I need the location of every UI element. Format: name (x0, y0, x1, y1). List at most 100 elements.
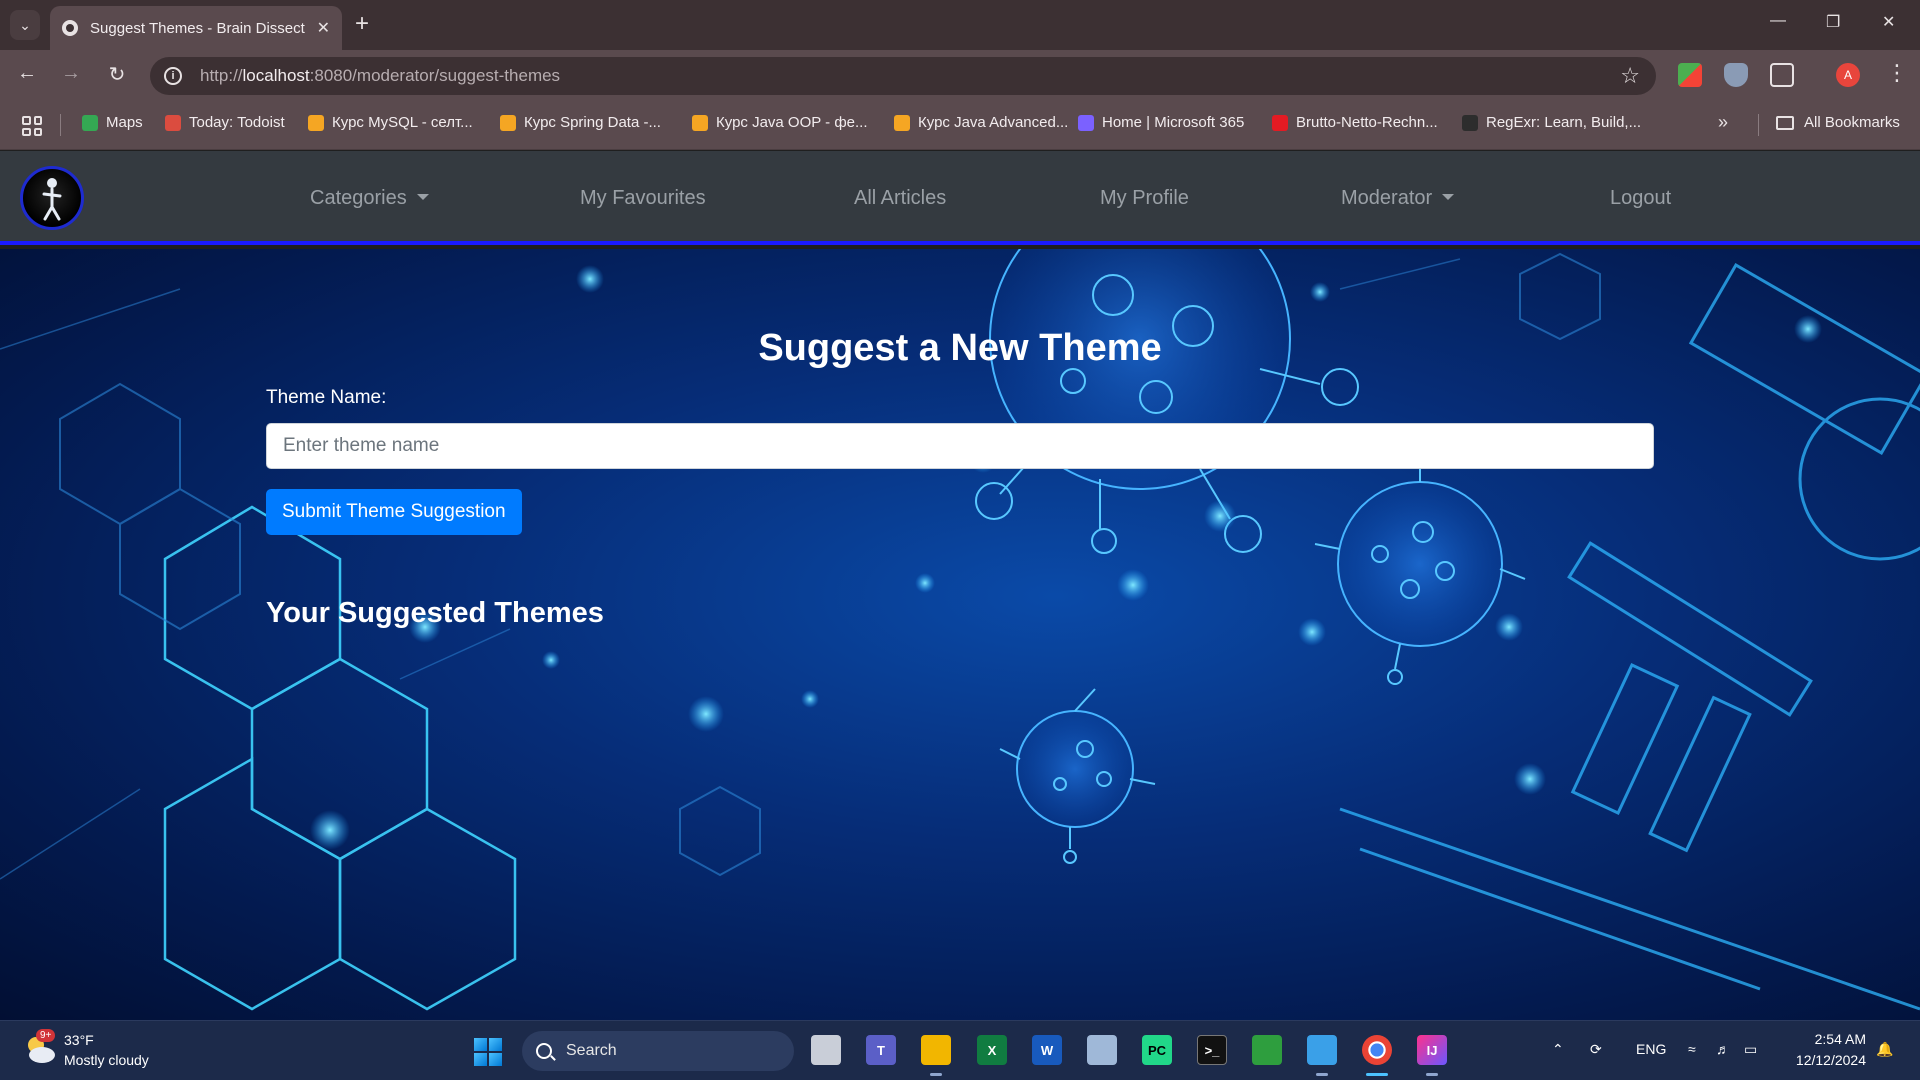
chrome-icon[interactable] (1362, 1035, 1392, 1065)
suggested-themes-heading: Your Suggested Themes (266, 597, 604, 629)
theme-name-label: Theme Name: (266, 387, 387, 408)
bookmark-favicon-icon (692, 114, 708, 131)
clock-time[interactable]: 2:54 AM (1796, 1031, 1866, 1047)
browser-toolbar: ← → ↻ i http://localhost:8080/moderator/… (0, 50, 1920, 100)
lock-app-icon[interactable] (1252, 1035, 1282, 1065)
more-bookmarks-icon[interactable]: » (1718, 112, 1728, 133)
battery-icon[interactable]: ▭ (1744, 1041, 1757, 1058)
all-bookmarks-button[interactable]: All Bookmarks (1776, 114, 1900, 131)
bookmark-item[interactable]: Курс Java OOP - фе... (692, 114, 868, 131)
nav-logout[interactable]: Logout (1610, 187, 1671, 210)
task-view-icon[interactable] (811, 1035, 841, 1065)
running-indicator (930, 1073, 942, 1076)
running-indicator (1426, 1073, 1438, 1076)
bookmark-item[interactable]: Today: Todoist (165, 114, 285, 131)
wifi-icon[interactable]: ≈ (1688, 1041, 1696, 1057)
bookmark-item[interactable]: Home | Microsoft 365 (1078, 114, 1244, 131)
folder-icon (1776, 115, 1794, 130)
terminal-icon[interactable]: >_ (1197, 1035, 1227, 1065)
browser-tab-bar: ⌄ Suggest Themes - Brain Dissect ✕ + — ❐… (0, 0, 1920, 50)
word-icon[interactable]: W (1032, 1035, 1062, 1065)
notepad-icon[interactable] (1307, 1035, 1337, 1065)
close-window-icon[interactable]: ✕ (1882, 12, 1895, 32)
excel-icon[interactable]: X (977, 1035, 1007, 1065)
minimize-icon[interactable]: — (1770, 12, 1786, 30)
back-arrow-icon[interactable]: ← (14, 62, 40, 85)
site-navbar: Categories My Favourites All Articles My… (0, 151, 1920, 245)
nav-moderator-dropdown[interactable]: Moderator (1341, 187, 1455, 210)
browser-tab-active[interactable]: Suggest Themes - Brain Dissect ✕ (50, 6, 342, 50)
new-tab-plus-icon[interactable]: + (355, 12, 369, 36)
windows-start-icon[interactable] (474, 1038, 502, 1066)
notification-bell-icon[interactable]: 🔔 (1876, 1041, 1893, 1058)
bookmark-label: Brutto-Netto-Rechn... (1296, 114, 1438, 131)
teams-icon[interactable]: T (866, 1035, 896, 1065)
bookmark-item[interactable]: Курс MySQL - селт... (308, 114, 473, 131)
shield-extension-icon[interactable] (1724, 63, 1748, 87)
photos-icon[interactable] (1087, 1035, 1117, 1065)
clock-date[interactable]: 12/12/2024 (1786, 1052, 1866, 1068)
nav-my-profile[interactable]: My Profile (1100, 187, 1189, 210)
pycharm-icon[interactable]: PC (1142, 1035, 1172, 1065)
file-explorer-icon[interactable] (921, 1035, 951, 1065)
language-indicator[interactable]: ENG (1636, 1041, 1666, 1057)
site-logo[interactable] (20, 166, 84, 230)
submit-theme-button[interactable]: Submit Theme Suggestion (266, 489, 522, 535)
site-info-icon[interactable]: i (164, 67, 182, 85)
url-text[interactable]: http://localhost:8080/moderator/suggest-… (200, 66, 560, 86)
virus-large (975, 249, 1359, 554)
tab-close-icon[interactable]: ✕ (317, 18, 330, 38)
weather-temperature[interactable]: 33°F (64, 1032, 94, 1048)
bookmark-item[interactable]: Brutto-Netto-Rechn... (1272, 114, 1438, 131)
tab-search-button[interactable]: ⌄ (10, 10, 40, 40)
bookmark-star-icon[interactable]: ☆ (1620, 63, 1640, 89)
active-app-indicator (1366, 1073, 1388, 1076)
browser-menu-icon[interactable]: ⋮ (1886, 60, 1908, 86)
nav-all-articles[interactable]: All Articles (854, 187, 946, 210)
bookmark-favicon-icon (894, 114, 910, 131)
apps-grid-icon[interactable] (22, 116, 42, 136)
extensions-puzzle-icon[interactable] (1770, 63, 1794, 87)
nav-categories-dropdown[interactable]: Categories (310, 187, 429, 210)
bookmark-item[interactable]: Maps (82, 114, 143, 131)
virus-small (999, 688, 1156, 864)
address-bar[interactable]: i http://localhost:8080/moderator/sugges… (150, 57, 1656, 95)
weather-alert-badge: 9+ (36, 1029, 56, 1042)
volume-icon[interactable]: ♬ (1716, 1041, 1730, 1057)
extension-color-icon[interactable] (1678, 63, 1702, 87)
tab-favicon-icon (62, 20, 78, 36)
intellij-icon[interactable]: IJ (1417, 1035, 1447, 1065)
bookmark-favicon-icon (1462, 114, 1478, 131)
bookmark-item[interactable]: RegExr: Learn, Build,... (1462, 114, 1641, 131)
theme-name-input[interactable] (266, 423, 1654, 469)
tab-title: Suggest Themes - Brain Dissect (90, 19, 305, 37)
bookmarks-bar: Maps Today: Todoist Курс MySQL - селт... Ку… (0, 100, 1920, 150)
bookmark-item[interactable]: Курс Java Advanced... (894, 114, 1068, 131)
weather-description[interactable]: Mostly cloudy (64, 1052, 149, 1068)
reload-icon[interactable]: ↻ (104, 62, 130, 87)
brain-figure-icon (42, 178, 62, 221)
virus-medium (1314, 459, 1526, 685)
forward-arrow-icon[interactable]: → (58, 62, 84, 85)
profile-avatar[interactable]: A (1836, 63, 1860, 87)
chevron-down-icon (416, 194, 429, 200)
taskbar-search[interactable]: Search (522, 1031, 794, 1071)
bookmark-label: Home | Microsoft 365 (1102, 114, 1245, 131)
bookmark-label: Курс Java Advanced... (918, 114, 1069, 131)
restore-icon[interactable]: ❐ (1826, 12, 1840, 32)
bookmark-label: RegExr: Learn, Build,... (1486, 114, 1642, 131)
taskbar-search-label: Search (566, 1042, 617, 1059)
bookmark-label: Maps (106, 114, 143, 131)
bookmarks-divider (1758, 114, 1759, 136)
bookmarks-divider (60, 114, 61, 136)
sync-icon[interactable]: ⟳ (1590, 1041, 1602, 1058)
tray-overflow-chevron-icon[interactable]: ⌃ (1552, 1041, 1564, 1058)
bookmark-label: Курс Spring Data -... (524, 114, 661, 131)
bookmark-favicon-icon (500, 114, 516, 131)
nav-my-favourites[interactable]: My Favourites (580, 187, 706, 210)
bookmark-item[interactable]: Курс Spring Data -... (500, 114, 661, 131)
windows-taskbar: 9+ 33°F Mostly cloudy Search T X W PC >_… (0, 1020, 1920, 1080)
chevron-down-icon (1442, 194, 1455, 200)
bookmark-favicon-icon (165, 114, 181, 131)
search-icon (536, 1043, 552, 1059)
